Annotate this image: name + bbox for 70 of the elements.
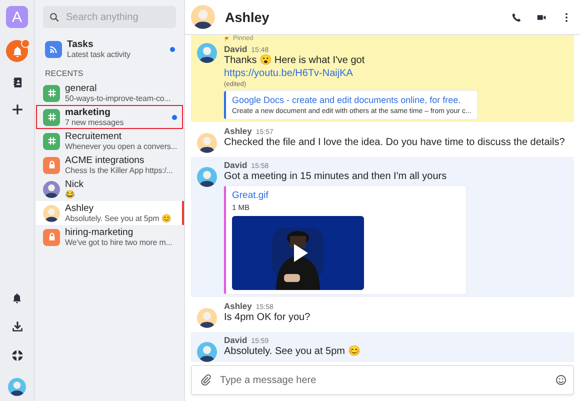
contact-avatar — [43, 180, 60, 198]
item-title: Ashley — [65, 202, 95, 214]
item-preview: 50-ways-to-improve-team-co... — [65, 94, 172, 104]
search-field[interactable]: Search anything — [66, 12, 161, 22]
item-title: marketing — [65, 106, 112, 118]
bell-icon[interactable] — [11, 292, 23, 304]
item-preview: Absolutely. See you at 5pm 😊 — [65, 214, 172, 224]
item-title: ACME integrations — [65, 154, 146, 166]
sidebar-item[interactable]: Recruitement Whenever you open a convers... — [36, 129, 183, 153]
hash-icon — [43, 84, 60, 102]
phone-icon[interactable] — [511, 12, 522, 22]
notifications-button[interactable] — [6, 40, 28, 62]
author-avatar — [197, 342, 217, 362]
item-title: hiring-marketing — [65, 226, 134, 238]
download-icon[interactable] — [10, 320, 24, 333]
hash-icon — [43, 108, 60, 126]
author-name: Ashley — [224, 301, 252, 311]
message-text: Checked the file and I love the idea. Do you have time to discuss the details? — [224, 136, 565, 149]
author-avatar — [197, 308, 217, 328]
item-preview: 7 new messages — [65, 118, 125, 128]
author-name: David — [224, 335, 248, 345]
help-icon[interactable] — [10, 349, 24, 362]
preview-title: Google Docs - create and edit documents online, for free. — [232, 95, 461, 105]
message-text: Absolutely. See you at 5pm 😊 — [224, 345, 360, 358]
author-name: David — [224, 160, 248, 170]
author-name: Ashley — [224, 126, 252, 136]
lock-icon — [43, 156, 60, 174]
hash-icon — [43, 132, 60, 150]
conversation-title: Ashley — [225, 10, 270, 24]
paperclip-icon[interactable] — [200, 374, 212, 386]
item-title: Tasks — [67, 38, 94, 50]
search-bar[interactable]: Search anything — [43, 6, 176, 28]
author-avatar — [197, 167, 217, 187]
item-preview: 😂 — [65, 190, 76, 200]
section-label: RECENTS — [45, 69, 84, 78]
composer-bar[interactable]: Type a message here — [191, 365, 574, 395]
flag-icon — [224, 36, 230, 42]
sidebar-item[interactable]: general 50-ways-to-improve-team-co... — [36, 81, 183, 105]
emoji-icon[interactable] — [555, 374, 567, 386]
item-title: general — [65, 82, 98, 94]
contacts-icon[interactable] — [10, 76, 24, 89]
item-preview: Whenever you open a convers... — [65, 142, 177, 152]
play-icon[interactable] — [294, 244, 308, 262]
message-text: Is 4pm OK for you? — [224, 311, 310, 324]
lock-icon — [43, 228, 60, 246]
message-text: Thanks 😮 Here is what I've got — [224, 54, 365, 67]
add-icon[interactable] — [10, 103, 24, 116]
item-preview: Latest task activity — [67, 50, 132, 60]
contact-avatar — [43, 204, 60, 222]
search-icon — [49, 12, 60, 22]
item-preview: We've got to hire two more m... — [65, 238, 174, 248]
tasks-item[interactable]: Tasks Latest task activity — [36, 35, 183, 63]
item-title: Recruitement — [65, 130, 122, 142]
message-text: Got a meeting in 15 minutes and then I'm all yours — [224, 170, 447, 183]
item-preview: Chess Is the Killer App https:/... — [65, 166, 174, 176]
rss-icon — [45, 40, 62, 58]
user-avatar — [8, 378, 26, 396]
sidebar-item[interactable]: ACME integrations Chess Is the Killer App https:/... — [36, 153, 183, 177]
author-avatar — [197, 43, 217, 63]
author-name: David — [224, 44, 248, 54]
contact-avatar — [191, 5, 215, 29]
sidebar-item[interactable]: Ashley Absolutely. See you at 5pm 😊 — [36, 201, 184, 225]
item-title: Nick — [65, 178, 84, 190]
message-link[interactable]: https://youtu.be/H6Tv-NaijKA — [224, 67, 353, 80]
bell-icon — [10, 44, 24, 58]
sidebar-item[interactable]: Nick 😂 — [36, 177, 183, 201]
sidebar-item[interactable]: hiring-marketing We've got to hire two more m... — [36, 225, 183, 249]
author-avatar — [197, 133, 217, 153]
sidebar-item[interactable]: marketing 7 new messages — [36, 105, 183, 129]
file-name[interactable]: Great.gif — [232, 190, 268, 201]
